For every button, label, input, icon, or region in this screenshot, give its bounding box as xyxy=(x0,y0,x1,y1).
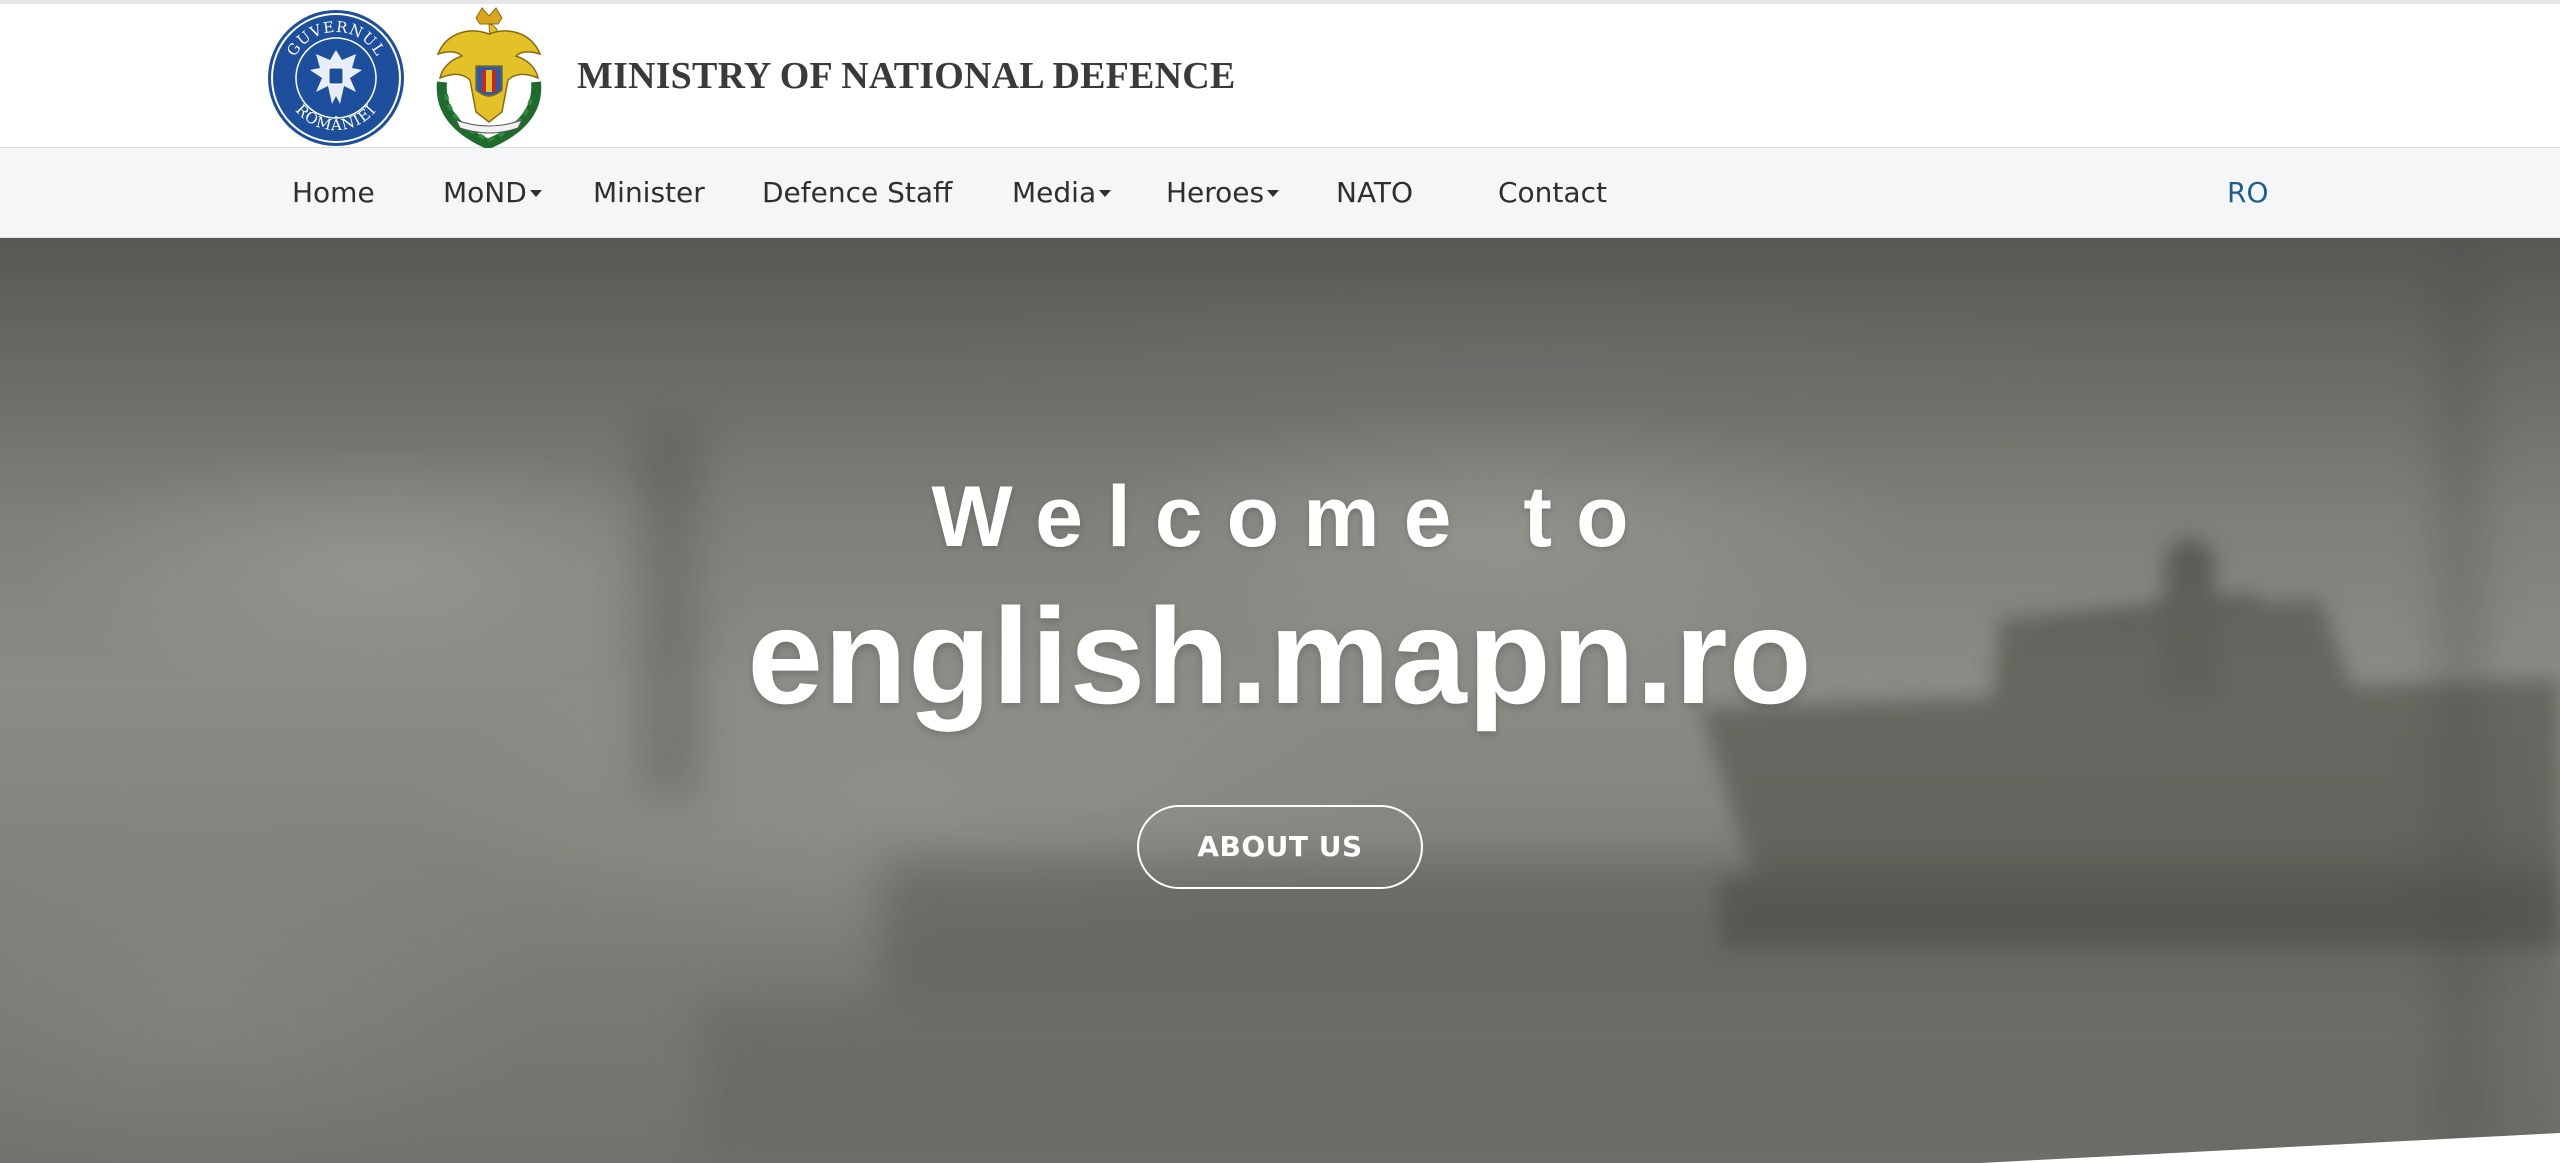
nav-item-media[interactable]: Media xyxy=(1012,148,1112,238)
nav-item-label: Defence Staff xyxy=(762,176,953,209)
nav-item-nato[interactable]: NATO xyxy=(1336,148,1413,238)
nav-item-label: Contact xyxy=(1498,176,1607,209)
government-seal-logo[interactable]: GUVERNUL ROMÂNIEI xyxy=(266,8,406,148)
caret-down-icon xyxy=(1267,189,1280,197)
ministry-crest-logo[interactable] xyxy=(428,4,550,150)
hero-banner: Welcome to english.mapn.ro ABOUT US xyxy=(0,238,2560,1163)
nav-item-defence-staff[interactable]: Defence Staff xyxy=(762,148,952,238)
nav-item-label: Media xyxy=(1012,176,1097,209)
nav-item-label: Minister xyxy=(593,176,705,209)
nav-item-label: Heroes xyxy=(1166,176,1265,209)
site-header: GUVERNUL ROMÂNIEI MINISTRY OF NATIONAL D… xyxy=(0,4,2560,150)
ministry-title: MINISTRY OF NATIONAL DEFENCE xyxy=(577,55,1236,97)
nav-item-heroes[interactable]: Heroes xyxy=(1166,148,1280,238)
caret-down-icon xyxy=(1099,189,1112,197)
hero-site-name: english.mapn.ro xyxy=(747,580,1813,732)
nav-item-label: Home xyxy=(292,176,375,209)
main-navigation: Home MoND Minister Defence Staff Media H… xyxy=(0,148,2560,238)
about-us-button[interactable]: ABOUT US xyxy=(1137,805,1423,889)
nav-item-home[interactable]: Home xyxy=(292,148,375,238)
nav-item-label: NATO xyxy=(1336,176,1414,209)
nav-item-minister[interactable]: Minister xyxy=(593,148,705,238)
nav-item-mond[interactable]: MoND xyxy=(443,148,542,238)
nav-item-contact[interactable]: Contact xyxy=(1498,148,1607,238)
language-switch-ro[interactable]: RO xyxy=(2227,148,2269,238)
hero-welcome-text: Welcome to xyxy=(931,469,1653,565)
nav-item-label: MoND xyxy=(443,176,527,209)
caret-down-icon xyxy=(529,189,542,197)
